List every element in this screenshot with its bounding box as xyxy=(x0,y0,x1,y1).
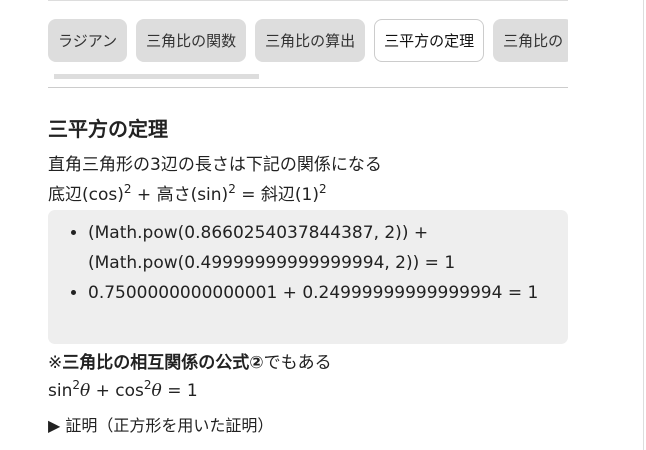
content: ラジアン 三角比の関数 三角比の算出 三平方の定理 三角比の 三平方の定理 直角三角形の… xyxy=(48,0,568,435)
note-text: ※三角比の相互関係の公式②でもある xyxy=(48,348,332,373)
divider xyxy=(48,0,568,1)
divider xyxy=(48,87,568,88)
term: 底辺(cos) xyxy=(48,185,124,205)
exp: 2 xyxy=(123,182,132,196)
proof-details-toggle[interactable]: ▶ 証明（正方形を用いた証明） xyxy=(48,412,273,436)
formula: sin2θ + cos2θ = 1 xyxy=(48,378,198,401)
list-item: (Math.pow(0.8660254037844387, 2)) + (Mat… xyxy=(88,218,548,278)
exp: 2 xyxy=(72,378,80,392)
tab-trig-calc[interactable]: 三角比の算出 xyxy=(255,19,366,62)
exp: 2 xyxy=(143,378,152,392)
tab-next[interactable]: 三角比の xyxy=(493,19,568,62)
exp: 2 xyxy=(318,182,327,196)
exp: 2 xyxy=(228,182,236,196)
tab-scrollbar[interactable] xyxy=(54,74,259,79)
tab-trig-functions[interactable]: 三角比の関数 xyxy=(136,19,247,62)
term: = 斜辺(1) xyxy=(235,185,319,205)
theta: θ xyxy=(80,381,91,401)
theta: θ xyxy=(151,381,162,401)
panel-border xyxy=(643,0,644,450)
intro-text: 直角三角形の3辺の長さは下記の関係になる xyxy=(48,155,382,175)
section-heading: 三平方の定理 xyxy=(48,117,168,141)
list-item: 0.7500000000000001 + 0.24999999999999994… xyxy=(88,278,548,308)
relation-text: 底辺(cos)2 + 高さ(sin)2 = 斜辺(1)2 xyxy=(48,180,327,205)
tab-radian[interactable]: ラジアン xyxy=(48,19,128,62)
term: + 高さ(sin) xyxy=(131,185,229,205)
note-bold: 三角比の相互関係の公式② xyxy=(62,353,264,373)
tab-pythagorean[interactable]: 三平方の定理 xyxy=(374,19,485,62)
note-prefix: ※ xyxy=(48,353,63,373)
term: sin xyxy=(48,381,73,401)
term: = 1 xyxy=(161,381,198,401)
code-result-box: (Math.pow(0.8660254037844387, 2)) + (Mat… xyxy=(48,210,568,344)
tab-bar: ラジアン 三角比の関数 三角比の算出 三平方の定理 三角比の xyxy=(48,19,568,63)
note-suffix: でもある xyxy=(263,353,332,373)
term: + cos xyxy=(90,381,144,401)
